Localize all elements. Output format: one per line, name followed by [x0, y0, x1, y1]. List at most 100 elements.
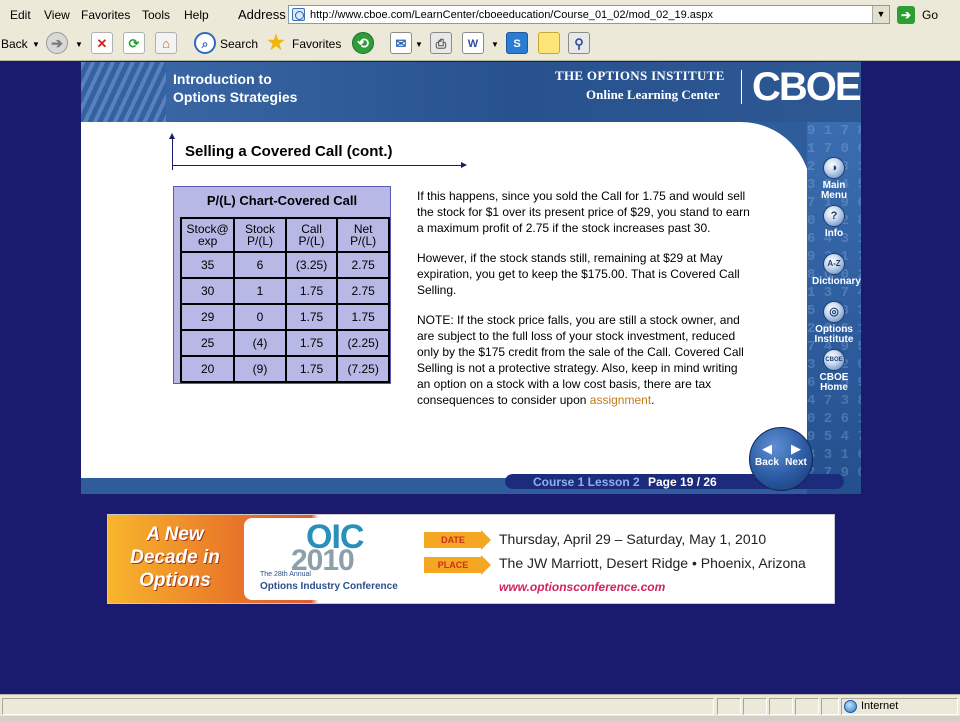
table-cell: 20 — [179, 355, 236, 383]
forward-icon[interactable]: ➔ — [46, 32, 68, 54]
cboe-logo[interactable]: CBOE — [752, 65, 862, 110]
edit-dropdown-icon[interactable]: ▼ — [491, 40, 499, 49]
address-dropdown-button[interactable]: ▼ — [872, 6, 889, 23]
main-menu-icon: ◑ — [823, 157, 845, 179]
favorites-star-icon[interactable]: ★ — [265, 32, 287, 54]
oic-conference-name: Options Industry Conference — [260, 581, 398, 592]
institute-subtitle: Online Learning Center — [586, 87, 720, 102]
history-icon[interactable]: ⟲ — [352, 32, 374, 54]
status-text-pane — [2, 698, 714, 715]
go-button[interactable]: ➔ Go — [897, 6, 952, 24]
home-icon[interactable]: ⌂ — [155, 32, 177, 54]
nav-options-institute[interactable]: ◎ Options Institute — [812, 301, 856, 345]
pl-chart-title: P/(L) Chart-Covered Call — [206, 193, 358, 208]
lesson-label: Course 1 Lesson 2 — [533, 475, 640, 489]
lesson-text: If this happens, since you sold the Call… — [417, 188, 752, 422]
browser-toolbar: Back ▼ ➔ ▼ ✕ ⟳ ⌂ ⌕ Search ★ Favorites ⟲ … — [0, 30, 960, 61]
conference-banner[interactable]: A New Decade in Options OIC 2010 The 28t… — [107, 514, 835, 604]
info-icon: ? — [823, 205, 845, 227]
zone-label: Internet — [861, 700, 899, 712]
table-row: 30 1 1.75 2.75 — [179, 277, 390, 305]
table-cell: 0 — [233, 303, 287, 331]
favorites-button[interactable]: Favorites — [292, 37, 341, 51]
search-icon[interactable]: ⌕ — [194, 32, 216, 54]
nav-main-menu[interactable]: ◑ Main Menu — [812, 157, 856, 201]
nav-options-institute-label: Options Institute — [814, 324, 854, 345]
dictionary-icon: A-Z — [823, 253, 845, 275]
table-cell: 1.75 — [284, 329, 339, 357]
menu-view[interactable]: View — [44, 8, 70, 22]
table-cell: 1.75 — [284, 303, 339, 331]
mail-icon[interactable]: ✉ — [390, 32, 412, 54]
table-cell: (3.25) — [284, 251, 339, 279]
conference-url[interactable]: www.optionsconference.com — [499, 580, 665, 594]
table-cell: 1.75 — [336, 303, 390, 331]
address-bar[interactable]: http://www.cboe.com/LearnCenter/cboeeduc… — [288, 5, 890, 24]
course-title-line1: Introduction to — [173, 71, 272, 87]
back-button[interactable]: Back — [1, 37, 28, 51]
table-cell: 29 — [179, 303, 236, 331]
institute-name: THE OPTIONS INSTITUTE — [555, 68, 725, 83]
address-url[interactable]: http://www.cboe.com/LearnCenter/cboeeduc… — [310, 9, 713, 21]
conference-date: Thursday, April 29 – Saturday, May 1, 20… — [499, 531, 767, 547]
next-page-button[interactable]: ▶ Next — [783, 442, 809, 468]
table-row: 29 0 1.75 1.75 — [179, 303, 390, 331]
place-tag: PLACE — [424, 555, 491, 575]
table-row: 20 (9) 1.75 (7.25) — [179, 355, 390, 383]
table-cell: 2.75 — [336, 251, 390, 279]
back-dropdown-icon[interactable]: ▼ — [32, 40, 40, 49]
table-cell: 2.75 — [336, 277, 390, 305]
options-institute-icon: ◎ — [823, 301, 845, 323]
research-icon[interactable]: ⚲ — [568, 32, 590, 54]
status-bar: Internet — [0, 694, 960, 721]
cboe-home-icon: CBOE — [823, 349, 845, 371]
menu-edit[interactable]: Edit — [10, 8, 31, 22]
nav-dictionary-label: Dictionary — [812, 276, 861, 287]
forward-dropdown-icon[interactable]: ▼ — [75, 40, 83, 49]
table-cell: 1.75 — [284, 277, 339, 305]
menu-help[interactable]: Help — [184, 8, 209, 22]
mail-dropdown-icon[interactable]: ▼ — [415, 40, 423, 49]
menu-favorites[interactable]: Favorites — [81, 8, 130, 22]
next-arrow-icon: ▶ — [791, 441, 801, 456]
heading-axis-horizontal — [172, 162, 467, 168]
assignment-link[interactable]: assignment — [590, 393, 651, 407]
back-arrow-icon: ◀ — [762, 441, 772, 456]
lesson-page: Introduction to Options Strategies THE O… — [81, 62, 862, 494]
page-icon — [292, 8, 305, 21]
note-text: NOTE: If the stock price falls, you are … — [417, 313, 744, 407]
messenger-icon[interactable]: S — [506, 32, 528, 54]
stop-icon[interactable]: ✕ — [91, 32, 113, 54]
nav-cboe-home[interactable]: CBOE CBOE Home — [812, 349, 856, 393]
table-cell: (2.25) — [336, 329, 390, 357]
paragraph-max-profit: If this happens, since you sold the Call… — [417, 189, 750, 235]
status-pane — [821, 698, 839, 715]
menu-tools[interactable]: Tools — [142, 8, 170, 22]
oic-annual-label: The 28th Annual — [260, 571, 311, 578]
table-cell: (4) — [233, 329, 287, 357]
header-divider — [741, 70, 742, 104]
refresh-icon[interactable]: ⟳ — [123, 32, 145, 54]
table-cell: (9) — [233, 355, 287, 383]
go-label: Go — [922, 8, 939, 22]
banner-card: OIC 2010 The 28th Annual Options Industr… — [244, 518, 824, 600]
print-icon[interactable]: ⎙ — [430, 32, 452, 54]
column-header: Stock@ exp — [179, 217, 236, 253]
nav-info[interactable]: ? Info — [812, 205, 856, 239]
next-page-label: Next — [785, 457, 807, 468]
edit-icon[interactable]: W — [462, 32, 484, 54]
page-nav-globe: ◀ Back ▶ Next — [749, 427, 813, 491]
search-button[interactable]: Search — [220, 37, 258, 51]
note-icon[interactable] — [538, 32, 560, 54]
globe-icon — [844, 700, 857, 713]
table-cell: 6 — [233, 251, 287, 279]
status-pane — [743, 698, 767, 715]
status-pane — [717, 698, 741, 715]
table-cell: 1 — [233, 277, 287, 305]
back-page-button[interactable]: ◀ Back — [754, 442, 780, 468]
nav-dictionary[interactable]: A-Z Dictionary — [812, 253, 861, 287]
page-indicator: Page 19 / 26 — [648, 475, 717, 489]
nav-main-menu-label: Main Menu — [820, 180, 848, 201]
pl-chart: P/(L) Chart-Covered Call Stock@ exp Stock… — [173, 186, 391, 384]
column-header: Call P/(L) — [284, 217, 339, 253]
